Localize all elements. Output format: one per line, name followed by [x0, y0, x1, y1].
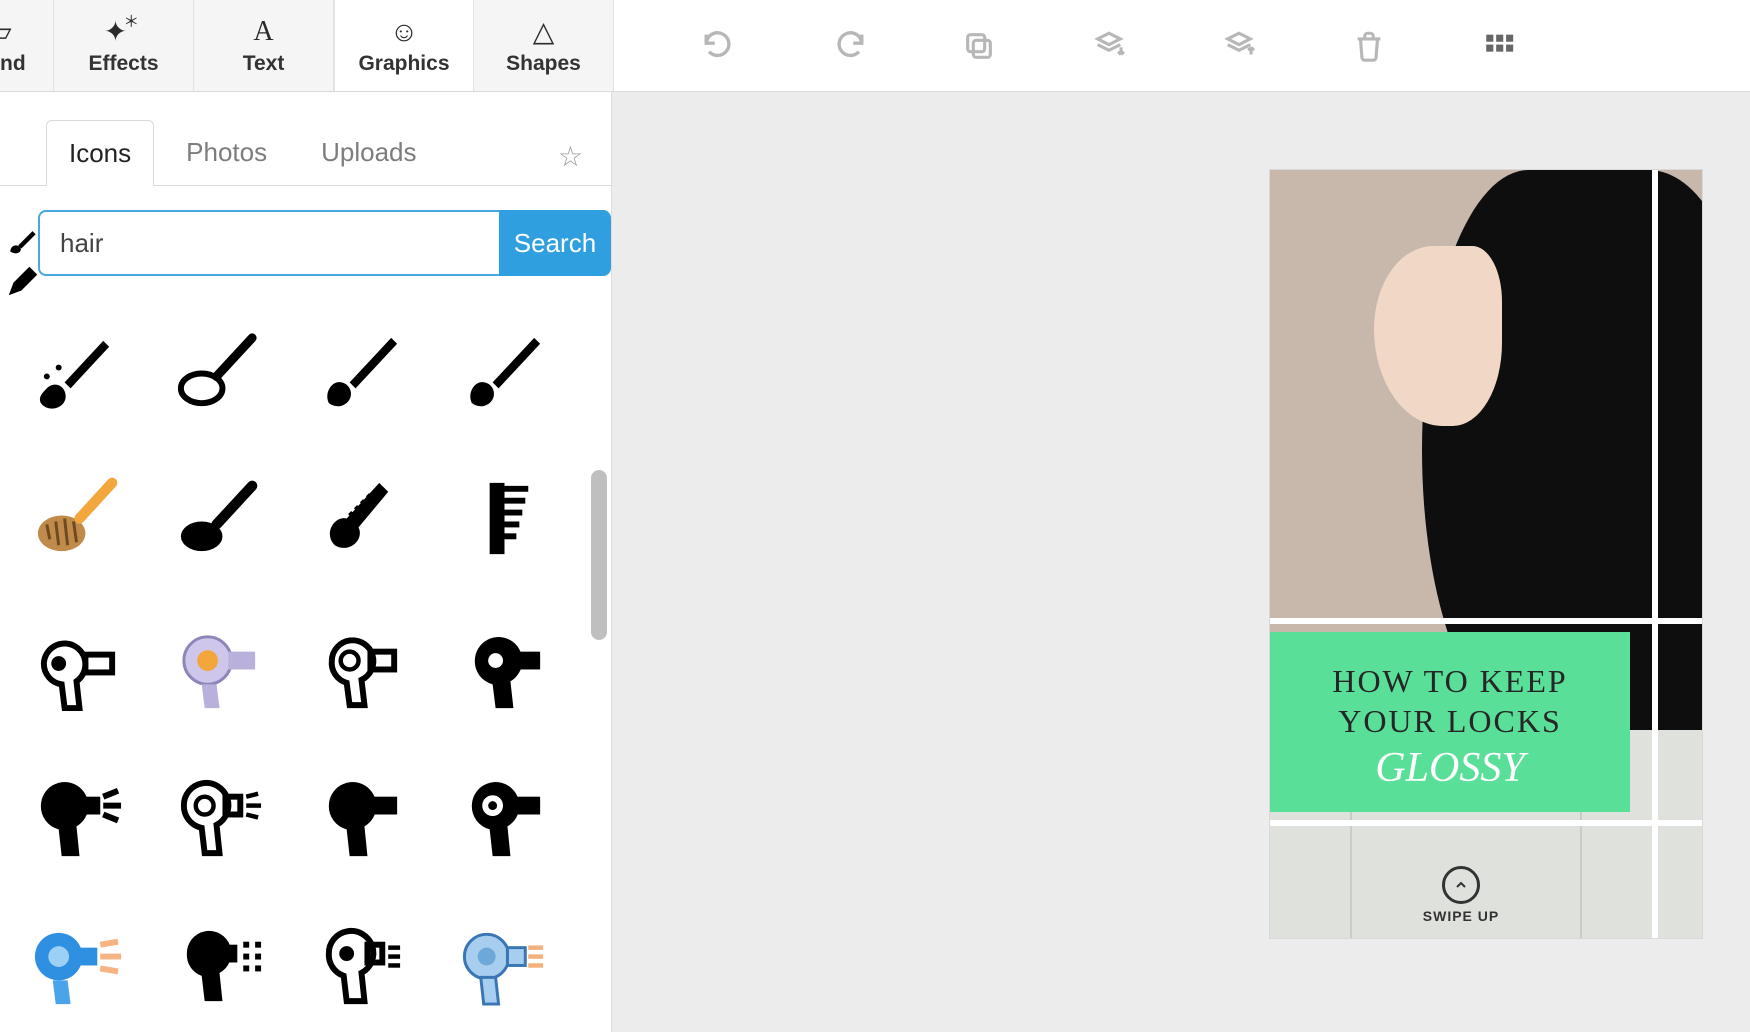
tab-label: nd	[0, 52, 26, 76]
triangle-icon: △	[533, 15, 555, 48]
icon-brush-color[interactable]	[10, 458, 143, 578]
tab-label: Shapes	[506, 52, 581, 76]
icon-dryer-purple[interactable]	[153, 606, 286, 726]
search-row: Search	[0, 186, 611, 300]
swipe-label: SWIPE UP	[1423, 908, 1499, 924]
icon-grid	[10, 300, 611, 1032]
icon-brush-1[interactable]	[10, 310, 143, 430]
action-toolbar	[654, 0, 1564, 91]
tab-text[interactable]: A Text	[194, 0, 334, 91]
bring-forward-button[interactable]	[1174, 0, 1304, 92]
headline-accent: GLOSSY	[1375, 744, 1524, 792]
tab-shapes[interactable]: △ Shapes	[474, 0, 614, 91]
frame-horizontal-bottom	[1270, 820, 1702, 826]
chevron-up-icon	[1442, 866, 1480, 904]
main-tabs: ▱ nd ✦＊ Effects A Text ☺ Graphics △ Shap…	[0, 0, 614, 91]
icon-dryer-4[interactable]	[10, 754, 143, 874]
letter-a-icon: A	[253, 16, 273, 48]
headline-line-2: YOUR LOCKS	[1338, 702, 1562, 742]
tab-effects[interactable]: ✦＊ Effects	[54, 0, 194, 91]
favorites-star-icon[interactable]: ☆	[540, 128, 601, 185]
icon-dryer-9[interactable]	[296, 902, 429, 1022]
sidebar: Icons Photos Uploads ☆ Search	[0, 92, 612, 1032]
icon-dryer-1[interactable]	[10, 606, 143, 726]
tab-graphics[interactable]: ☺ Graphics	[334, 0, 474, 91]
icon-brush-3[interactable]	[296, 310, 429, 430]
swipe-up[interactable]: SWIPE UP	[1270, 866, 1652, 924]
icon-dryer-lightblue[interactable]	[438, 902, 571, 1022]
icon-dryer-8[interactable]	[153, 902, 286, 1022]
wand-icon: ✦＊	[104, 15, 143, 48]
tab-label: Text	[243, 52, 285, 76]
icon-brush-5[interactable]	[153, 458, 286, 578]
redo-button[interactable]	[784, 0, 914, 92]
canvas-area[interactable]: HOW TO KEEP YOUR LOCKS GLOSSY SWIPE UP	[612, 92, 1750, 1032]
icon-dryer-6[interactable]	[296, 754, 429, 874]
frame-horizontal-top	[1270, 618, 1702, 624]
scrollbar-thumb[interactable]	[591, 470, 607, 640]
icon-comb-1[interactable]	[296, 458, 429, 578]
icon-comb-2[interactable]	[438, 458, 571, 578]
grid-button[interactable]	[1434, 0, 1564, 92]
smiley-icon: ☺	[390, 16, 419, 48]
search-input[interactable]	[38, 210, 499, 276]
story-canvas[interactable]: HOW TO KEEP YOUR LOCKS GLOSSY SWIPE UP	[1270, 170, 1702, 938]
subtab-uploads[interactable]: Uploads	[299, 119, 438, 185]
icon-dryer-5[interactable]	[153, 754, 286, 874]
sub-tabs: Icons Photos Uploads ☆	[0, 92, 611, 186]
tab-label: Effects	[88, 52, 158, 76]
icon-brush-4[interactable]	[438, 310, 571, 430]
headline-box[interactable]: HOW TO KEEP YOUR LOCKS GLOSSY	[1270, 632, 1630, 812]
send-backward-button[interactable]	[1044, 0, 1174, 92]
icon-dryer-blue[interactable]	[10, 902, 143, 1022]
icon-dryer-3[interactable]	[438, 606, 571, 726]
tab-label: Graphics	[358, 52, 449, 76]
subtab-icons[interactable]: Icons	[46, 120, 154, 186]
image-icon: ▱	[0, 15, 12, 48]
icon-dryer-7[interactable]	[438, 754, 571, 874]
duplicate-button[interactable]	[914, 0, 1044, 92]
icon-dryer-2[interactable]	[296, 606, 429, 726]
top-toolbar: ▱ nd ✦＊ Effects A Text ☺ Graphics △ Shap…	[0, 0, 1750, 92]
delete-button[interactable]	[1304, 0, 1434, 92]
brush-deco-icon	[4, 220, 42, 258]
tab-background[interactable]: ▱ nd	[0, 0, 54, 91]
pen-deco-icon	[4, 262, 42, 300]
headline-line-1: HOW TO KEEP	[1332, 662, 1567, 702]
icon-brush-2[interactable]	[153, 310, 286, 430]
undo-button[interactable]	[654, 0, 784, 92]
search-button[interactable]: Search	[499, 210, 611, 276]
subtab-photos[interactable]: Photos	[164, 119, 289, 185]
